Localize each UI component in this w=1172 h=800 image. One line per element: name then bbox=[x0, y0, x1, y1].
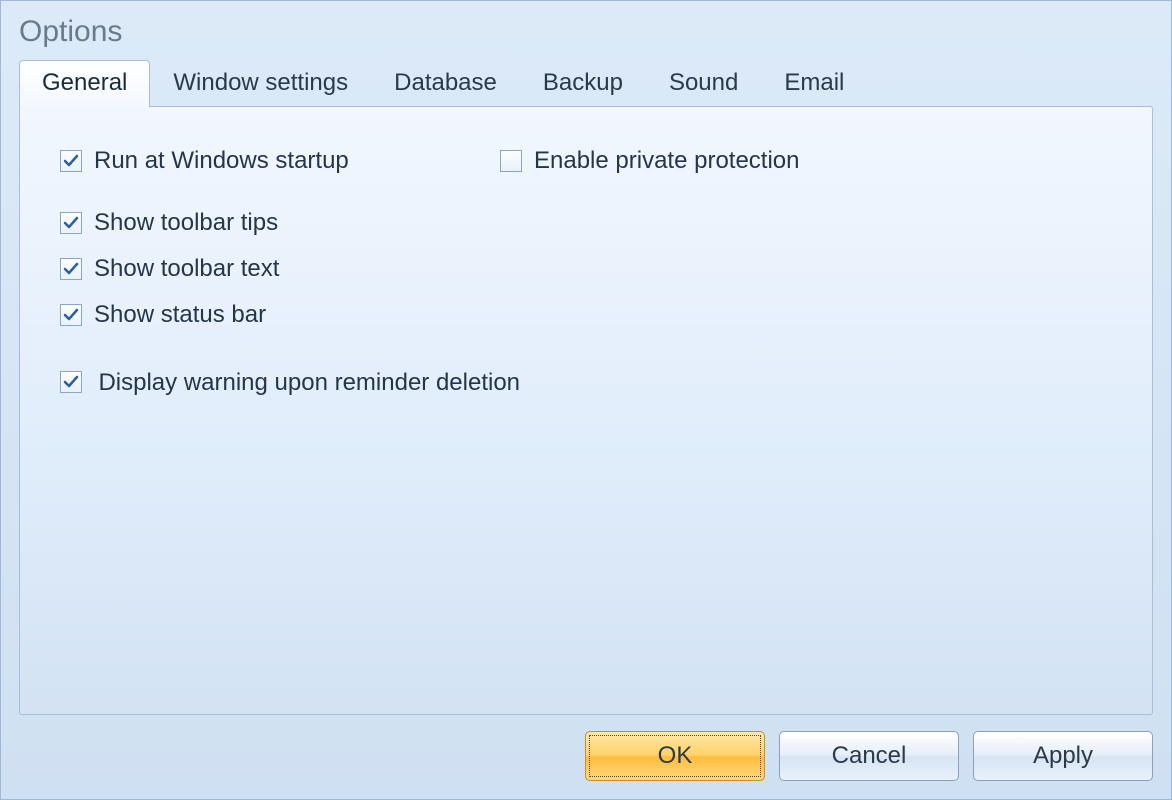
cancel-button[interactable]: Cancel bbox=[779, 731, 959, 781]
label-toolbar-text[interactable]: Show toolbar text bbox=[94, 255, 279, 283]
label-private-protection[interactable]: Enable private protection bbox=[534, 147, 800, 175]
checkbox-status-bar[interactable] bbox=[60, 304, 82, 326]
dialog-title: Options bbox=[1, 1, 1171, 59]
check-icon bbox=[63, 153, 79, 169]
checkbox-toolbar-text[interactable] bbox=[60, 258, 82, 280]
checkbox-warn-delete[interactable] bbox=[60, 371, 82, 393]
check-icon bbox=[63, 215, 79, 231]
checkbox-run-startup[interactable] bbox=[60, 150, 82, 172]
tab-database[interactable]: Database bbox=[371, 60, 520, 107]
dialog-button-bar: OK Cancel Apply bbox=[1, 731, 1171, 799]
check-icon bbox=[63, 261, 79, 277]
options-dialog: Options General Window settings Database… bbox=[0, 0, 1172, 800]
checkbox-toolbar-tips[interactable] bbox=[60, 212, 82, 234]
label-status-bar[interactable]: Show status bar bbox=[94, 301, 266, 329]
check-icon bbox=[63, 374, 79, 390]
checkbox-private-protection[interactable] bbox=[500, 150, 522, 172]
label-warn-delete[interactable]: Display warning upon reminder deletion bbox=[98, 369, 520, 396]
label-toolbar-tips[interactable]: Show toolbar tips bbox=[94, 209, 278, 237]
check-icon bbox=[63, 307, 79, 323]
tab-sound[interactable]: Sound bbox=[646, 60, 761, 107]
ok-button[interactable]: OK bbox=[585, 731, 765, 781]
tab-panel-general: Run at Windows startup Enable private pr… bbox=[19, 106, 1153, 715]
apply-button[interactable]: Apply bbox=[973, 731, 1153, 781]
tab-window-settings[interactable]: Window settings bbox=[150, 60, 371, 107]
tab-general[interactable]: General bbox=[19, 60, 150, 107]
tab-email[interactable]: Email bbox=[761, 60, 867, 107]
tab-strip: General Window settings Database Backup … bbox=[1, 59, 1171, 106]
label-run-startup[interactable]: Run at Windows startup bbox=[94, 147, 349, 175]
tab-backup[interactable]: Backup bbox=[520, 60, 646, 107]
